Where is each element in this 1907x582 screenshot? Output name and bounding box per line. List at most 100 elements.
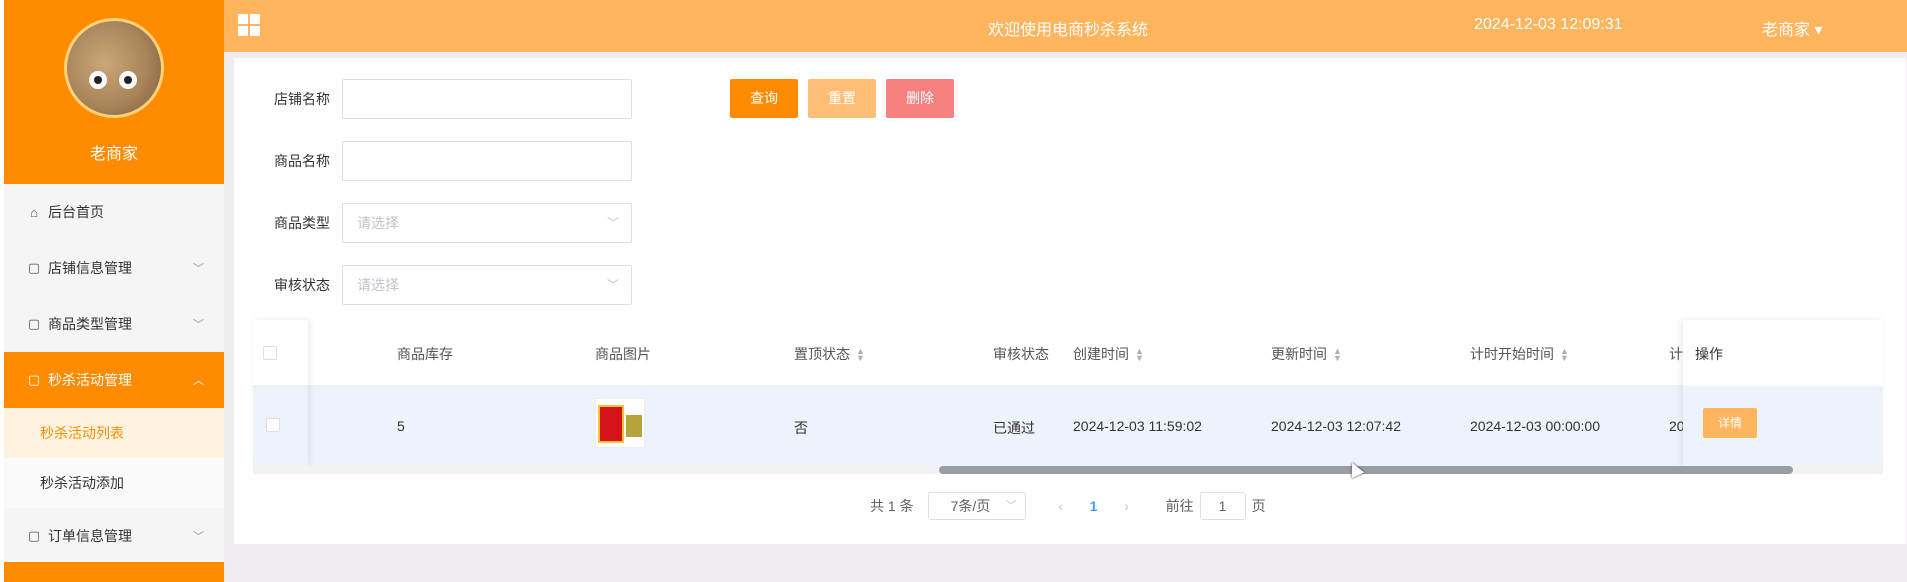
doc-icon: ▢ <box>27 260 41 275</box>
pagination-total: 共 1 条 <box>870 498 914 514</box>
review-status-placeholder: 请选择 <box>357 277 399 293</box>
review-status-label: 审核状态 <box>274 277 330 293</box>
sort-icon[interactable]: ▲ ▼ <box>1333 347 1342 363</box>
product-name-label: 商品名称 <box>274 153 330 169</box>
top-header: 欢迎使用电商秒杀系统 2024-12-03 12:09:31 老商家 ▾ <box>224 0 1907 52</box>
profile-name: 老商家 <box>89 146 138 163</box>
cell-created: 2024-12-03 11:59:02 <box>1073 418 1202 434</box>
cell-stock: 5 <box>397 418 405 434</box>
detail-button[interactable]: 详情 <box>1703 408 1757 438</box>
form-row-product-type: 商品类型 请选择 ﹀ <box>270 203 632 243</box>
page-size-value: 7条/页 <box>950 498 991 514</box>
sidebar-bottom-bar <box>4 562 224 582</box>
chevron-down-icon: ﹀ <box>193 263 204 275</box>
sidebar-item-shop-info[interactable]: ▢ 店铺信息管理 ﹀ <box>4 240 224 296</box>
horizontal-scrollbar-thumb[interactable] <box>939 466 1793 474</box>
chevron-down-icon: ﹀ <box>193 531 204 543</box>
sidebar-item-label: 店铺信息管理 <box>48 260 132 276</box>
col-header-created[interactable]: 创建时间 ▲ ▼ <box>1073 344 1144 364</box>
page-size-select[interactable]: 7条/页 ﹀ <box>927 492 1026 520</box>
col-header-image: 商品图片 <box>595 346 651 362</box>
user-menu[interactable]: 老商家 ▾ <box>1762 16 1822 40</box>
submenu-item-flash-sale-add[interactable]: 秒杀活动添加 <box>4 458 224 508</box>
col-header-created-label: 创建时间 <box>1073 346 1129 362</box>
sidebar: 老商家 ⌂ 后台首页 ▢ 店铺信息管理 ﹀ ▢ 商品类型管理 ﹀ ▢ 秒杀活动管… <box>4 0 224 582</box>
sidebar-item-flash-sale[interactable]: ▢ 秒杀活动管理 ︿ <box>4 352 224 408</box>
sidebar-item-product-type[interactable]: ▢ 商品类型管理 ﹀ <box>4 296 224 352</box>
product-type-placeholder: 请选择 <box>357 215 399 231</box>
col-header-start-time[interactable]: 计时开始时间 ▲ ▼ <box>1470 344 1569 364</box>
doc-icon: ▢ <box>27 316 41 331</box>
fixed-left-column <box>253 320 308 466</box>
chevron-up-icon: ︿ <box>193 375 204 387</box>
cell-start-time: 2024-12-03 00:00:00 <box>1470 418 1600 434</box>
shop-name-input[interactable] <box>342 79 632 119</box>
header-datetime: 2024-12-03 12:09:31 <box>1474 16 1623 33</box>
product-image-box <box>598 405 624 443</box>
sidebar-item-label: 后台首页 <box>48 204 104 220</box>
col-header-start-time-label: 计时开始时间 <box>1470 346 1554 362</box>
sidebar-item-label: 商品类型管理 <box>48 316 132 332</box>
fixed-right-column: 操作 详情 <box>1683 320 1883 466</box>
goto-page-input[interactable]: 1 <box>1199 492 1246 520</box>
select-all-checkbox[interactable] <box>263 346 277 360</box>
col-header-pinned-label: 置顶状态 <box>794 346 850 362</box>
chevron-down-icon: ﹀ <box>606 216 619 230</box>
cell-pinned: 否 <box>794 420 808 436</box>
table-row[interactable]: 5 否 已通过 2024-12-03 11:59:02 2024-12-03 1… <box>253 386 1883 466</box>
avatar-eye <box>119 71 137 89</box>
sidebar-menu: ⌂ 后台首页 ▢ 店铺信息管理 ﹀ ▢ 商品类型管理 ﹀ ▢ 秒杀活动管理 ︿ … <box>4 184 224 564</box>
fixed-left-body <box>253 386 308 466</box>
shop-name-label: 店铺名称 <box>274 91 330 107</box>
col-header-actions: 操作 <box>1695 346 1723 362</box>
col-header-pinned[interactable]: 置顶状态 ▲ ▼ <box>794 344 865 364</box>
product-image[interactable] <box>595 398 645 448</box>
delete-button[interactable]: 删除 <box>886 79 954 118</box>
cell-updated: 2024-12-03 12:07:42 <box>1271 418 1401 434</box>
chevron-down-icon: ﹀ <box>606 278 619 292</box>
sidebar-item-label: 秒杀活动管理 <box>48 372 132 388</box>
sidebar-item-label: 订单信息管理 <box>48 528 132 544</box>
avatar-eye <box>89 71 107 89</box>
col-header-updated-label: 更新时间 <box>1271 346 1327 362</box>
product-type-select[interactable]: 请选择 ﹀ <box>342 203 632 243</box>
avatar[interactable] <box>64 18 164 118</box>
row-checkbox[interactable] <box>266 418 280 432</box>
reset-button[interactable]: 重置 <box>808 79 876 118</box>
sort-icon[interactable]: ▲ ▼ <box>1135 347 1144 363</box>
menu-grid-icon[interactable] <box>238 14 260 36</box>
prev-page-icon[interactable]: ‹ <box>1042 498 1080 514</box>
sort-icon[interactable]: ▲ ▼ <box>856 347 865 363</box>
doc-icon: ▢ <box>27 372 41 387</box>
header-title: 欢迎使用电商秒杀系统 <box>988 22 1149 39</box>
cell-review: 已通过 <box>993 420 1035 436</box>
product-name-input[interactable] <box>342 141 632 181</box>
sort-icon[interactable]: ▲ ▼ <box>1560 347 1569 363</box>
submenu-item-flash-sale-list[interactable]: 秒杀活动列表 <box>4 408 224 458</box>
query-button[interactable]: 查询 <box>730 79 798 118</box>
pagination: 共 1 条 7条/页 ﹀ ‹ 1 › 前往 1 页 <box>870 492 1266 520</box>
review-status-select[interactable]: 请选择 ﹀ <box>342 265 632 305</box>
chevron-down-icon: ﹀ <box>1005 500 1017 512</box>
goto-label: 前往 <box>1165 498 1194 514</box>
next-page-icon[interactable]: › <box>1108 498 1146 514</box>
sidebar-item-home[interactable]: ⌂ 后台首页 <box>4 184 224 240</box>
chevron-down-icon: ﹀ <box>193 319 204 331</box>
doc-icon: ▢ <box>27 528 41 543</box>
data-table: 商品库存 商品图片 置顶状态 ▲ ▼ 审核状态 创建时间 ▲ ▼ 更新时间 ▲ ▼ 计时开始… <box>253 320 1883 474</box>
page-number-current[interactable]: 1 <box>1080 498 1108 514</box>
col-header-review: 审核状态 <box>993 346 1049 362</box>
profile-section: 老商家 <box>4 0 224 184</box>
sidebar-item-orders[interactable]: ▢ 订单信息管理 ﹀ <box>4 508 224 564</box>
product-image-item <box>626 415 642 437</box>
home-icon: ⌂ <box>30 204 38 220</box>
fixed-right-body: 详情 <box>1683 386 1883 466</box>
col-header-truncated: 计 <box>1669 346 1683 362</box>
form-row-shop-name: 店铺名称 <box>270 79 632 119</box>
form-row-review-status: 审核状态 请选择 ﹀ <box>270 265 632 305</box>
product-type-label: 商品类型 <box>274 215 330 231</box>
col-header-stock: 商品库存 <box>397 346 453 362</box>
col-header-updated[interactable]: 更新时间 ▲ ▼ <box>1271 344 1342 364</box>
table-header-row: 商品库存 商品图片 置顶状态 ▲ ▼ 审核状态 创建时间 ▲ ▼ 更新时间 ▲ ▼ 计时开始… <box>253 320 1883 386</box>
page-suffix: 页 <box>1251 498 1266 514</box>
